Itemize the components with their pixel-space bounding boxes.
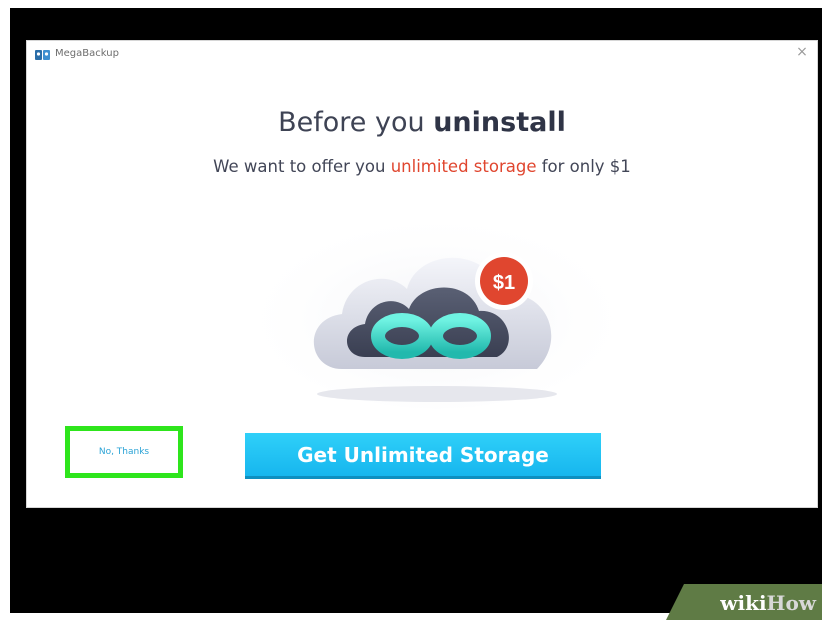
offer-subtitle: We want to offer you unlimited storage f… [27,157,817,176]
decline-highlight: No, Thanks [65,426,183,478]
title-bar: MegaBackup × [27,41,817,69]
subtitle-suffix: for only $1 [536,157,631,176]
watermark-text: wikiHow [720,591,816,615]
uninstall-offer-dialog: MegaBackup × Before you uninstall We wan… [26,40,818,508]
price-badge: $1 [493,272,515,294]
subtitle-accent: unlimited storage [390,157,537,176]
close-icon[interactable]: × [795,45,809,59]
megabackup-logo-icon [35,50,50,60]
cloud-infinity-icon: $1 [252,209,622,409]
heading-prefix: Before you [278,107,434,138]
subtitle-prefix: We want to offer you [213,157,391,176]
app-title: MegaBackup [55,48,119,59]
wikihow-watermark: wikiHow [666,584,822,620]
get-unlimited-storage-button[interactable]: Get Unlimited Storage [245,433,601,479]
heading-bold: uninstall [433,107,566,138]
no-thanks-link[interactable]: No, Thanks [70,431,178,473]
page-title: Before you uninstall [27,107,817,138]
